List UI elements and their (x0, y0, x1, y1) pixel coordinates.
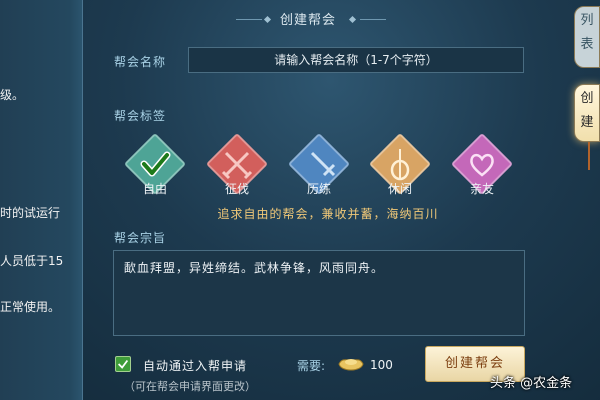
tag-label: 征伐 (224, 182, 249, 196)
tag-label: 亲友 (469, 182, 494, 196)
left-info-line: 时的试运行 (0, 206, 61, 220)
auto-approve-label: 自动通过入帮申请 (143, 359, 248, 373)
checkmark-icon (118, 359, 129, 369)
title-ornament-icon (348, 15, 357, 24)
title-divider (236, 19, 262, 20)
tab-char: 创 (580, 91, 594, 106)
dialog-title-bar: 创建帮会 (230, 6, 410, 30)
guild-tags-label: 帮会标签 (114, 109, 167, 123)
title-ornament-icon (263, 15, 272, 24)
guild-purpose-label: 帮会宗旨 (114, 231, 167, 245)
left-info-panel: 级。 时的试运行 人员低于15 正常使用。 (0, 0, 83, 400)
tag-label: 休闲 (387, 182, 412, 196)
auto-approve-checkbox[interactable] (115, 356, 131, 372)
left-info-line: 级。 (0, 88, 25, 102)
left-info-line: 人员低于15 (0, 254, 64, 268)
title-divider (360, 19, 386, 20)
tab-create[interactable]: 创 建 (574, 84, 600, 142)
tag-label: 自由 (142, 182, 167, 196)
tab-char: 表 (580, 37, 594, 52)
watermark: 头条 @农金条 (490, 376, 573, 391)
auto-approve-hint: （可在帮会申请界面更改） (124, 380, 256, 393)
cost-label: 需要: (297, 359, 326, 373)
left-info-line: 正常使用。 (0, 300, 61, 314)
guild-purpose-textarea[interactable]: 歃血拜盟，异姓缔结。武林争锋，风雨同舟。 (113, 250, 525, 336)
tab-char: 列 (580, 13, 594, 28)
gold-ingot-icon (338, 359, 364, 371)
tag-description: 追求自由的帮会，兼收并蓄，海纳百川 (217, 207, 439, 221)
tab-char: 建 (580, 115, 594, 130)
tab-list[interactable]: 列 表 (574, 6, 600, 68)
cost-value: 100 (370, 358, 393, 372)
tassel-decoration (588, 142, 590, 170)
dialog-title: 创建帮会 (280, 13, 337, 28)
guild-name-label: 帮会名称 (114, 55, 167, 69)
tag-label: 历练 (306, 182, 331, 196)
guild-name-input[interactable]: 请输入帮会名称（1-7个字符） (188, 47, 524, 73)
